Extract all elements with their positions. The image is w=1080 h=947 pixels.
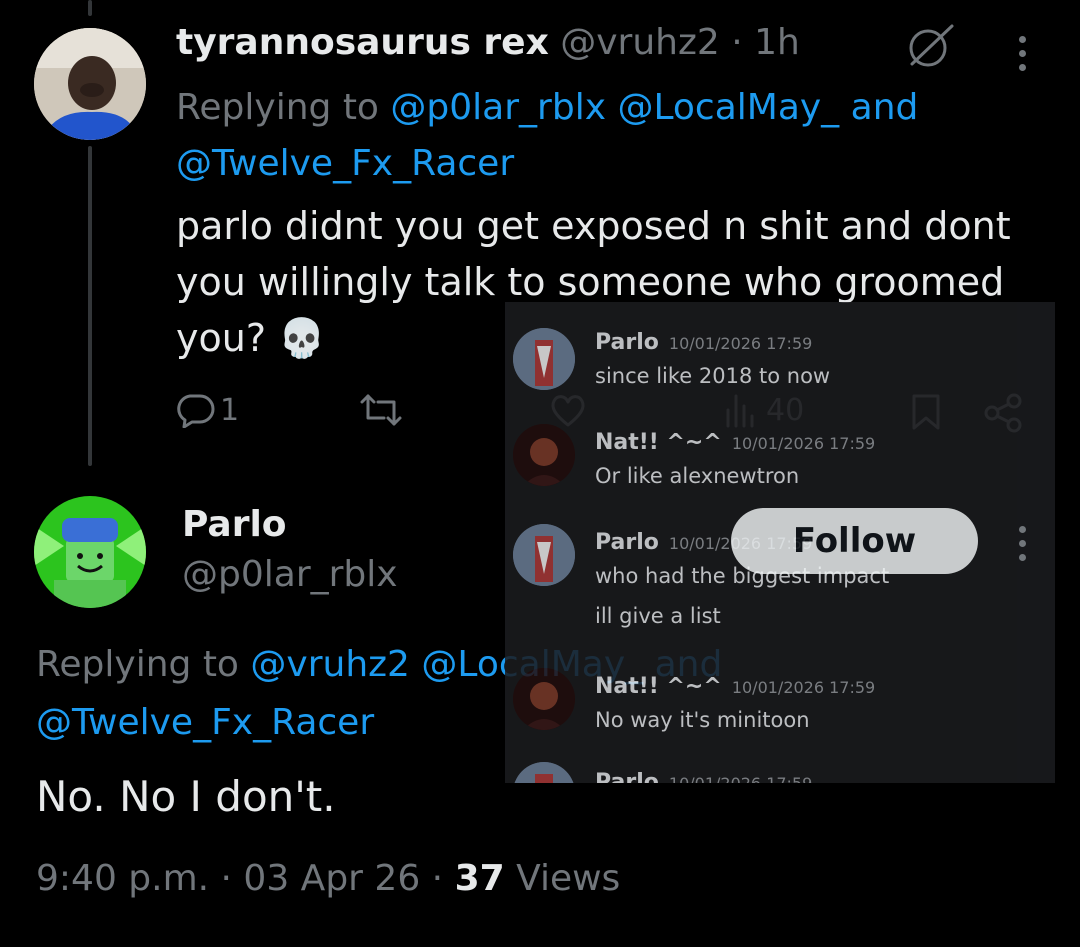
avatar [513,424,575,486]
thread-line-top [88,0,92,16]
reply-count: 1 [220,392,240,428]
grok-icon[interactable] [904,20,956,72]
timestamp[interactable]: · 1h [731,22,800,63]
message-text: Or like alexnewtron [595,464,800,488]
chat-message: Parlo 10/01/2026 17:59 since like 2018 to… [505,324,1055,404]
user-handle[interactable]: @p0lar_rblx [182,554,398,595]
display-name[interactable]: tyrannosaurus rex [176,22,549,63]
author-name: Nat!! ^~^ [595,430,722,455]
author-name: Parlo [595,330,659,355]
more-icon[interactable] [1019,526,1027,568]
mention-link[interactable]: @LocalMay_ [617,87,839,128]
follow-button[interactable]: Follow [731,508,978,574]
message-time: 10/01/2026 17:59 [731,434,876,453]
message-time: 10/01/2026 17:59 [669,774,812,783]
tweet-text: No. No I don't. [36,772,336,821]
message-text: since like 2018 to now [595,364,831,388]
avatar [513,762,575,783]
mention-and[interactable]: and [851,87,919,128]
message-text: ill give a list [595,604,721,628]
avatar [513,328,575,390]
mention-link[interactable]: @Twelve_Fx_Racer [36,702,374,743]
avatar[interactable] [34,496,146,608]
chat-message: Parlo 10/01/2026 17:59 [505,762,1055,783]
chat-message: Nat!! ^~^ 10/01/2026 17:59 No way it's mi… [505,668,1055,748]
replying-prefix: Replying to [36,644,239,685]
retweet-action[interactable] [358,392,404,428]
reply-action[interactable]: 1 [176,392,239,428]
mention-link[interactable]: @vruhz2 [250,644,410,685]
more-icon[interactable] [1019,36,1027,78]
user-handle[interactable]: @vruhz2 [560,22,720,63]
message-time: 10/01/2026 17:59 [731,678,876,697]
display-name[interactable]: Parlo [182,504,287,545]
retweet-icon [360,394,402,426]
views-count: 37 [454,858,505,899]
reply-icon [177,394,215,428]
message-time: 10/01/2026 17:59 [668,334,813,353]
avatar [513,524,575,586]
chat-message: Nat!! ^~^ 10/01/2026 17:59 Or like alexne… [505,424,1055,504]
thread-line [88,146,92,466]
message-text: No way it's minitoon [595,708,810,732]
tweet-time[interactable]: 9:40 p.m. [36,858,209,899]
author-name: Parlo [595,770,659,783]
tweet-header: tyrannosaurus rex @vruhz2 · 1h [176,22,800,63]
author-name: Nat!! ^~^ [595,674,722,699]
avatar[interactable] [34,28,146,140]
author-name: Parlo [595,530,659,555]
mention-link[interactable]: @p0lar_rblx [390,87,606,128]
views-label: Views [516,858,621,899]
avatar [513,668,575,730]
tweet-meta: 9:40 p.m. · 03 Apr 26 · 37 Views [36,858,620,899]
tweet-date[interactable]: · 03 Apr 26 · [221,858,444,899]
replying-prefix: Replying to [176,87,379,128]
replying-to: Replying to @p0lar_rblx @LocalMay_ and @… [176,80,976,192]
mention-link[interactable]: @Twelve_Fx_Racer [176,143,514,184]
